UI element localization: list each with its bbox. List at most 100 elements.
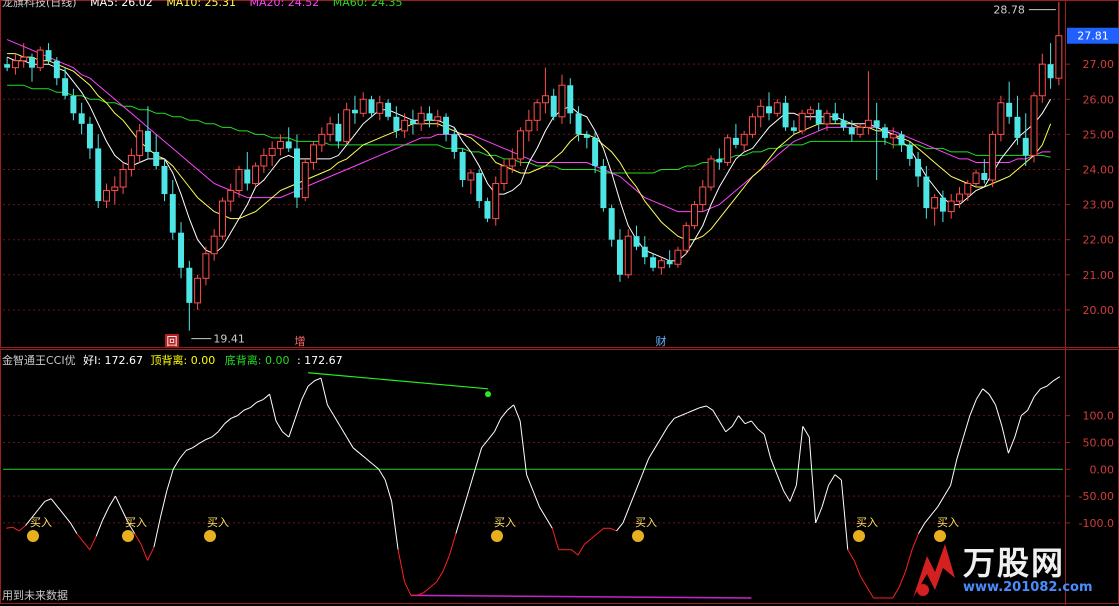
cci-line-segment [217,423,226,433]
candle-body-up [806,109,814,114]
candle-body-down [443,116,450,135]
candle-body-down [393,116,400,131]
candle-body-down [62,78,69,96]
candle-body-up [699,186,707,206]
top-divergence-label: 顶背离: 0.00 [150,354,216,367]
cci-line-segment [365,458,373,465]
candle-body-down [294,148,300,198]
buy-marker-label: 买入 [635,516,657,529]
candle-body-down [881,127,888,138]
cci-line-segment [988,393,996,406]
cci-line-segment [686,409,694,414]
candle-body-down [600,165,607,209]
cci-line-segment [314,377,322,382]
cci-line-segment [185,447,193,451]
cci-line-segment [571,549,579,556]
high-annotation-label: 28.78 [993,4,1025,17]
cci-line-segment [962,415,971,438]
indicator-name: 金智通王CCI优 [2,354,76,367]
cci-line-segment [930,506,939,516]
cci-line-segment [50,498,58,508]
cci-line-segment [506,404,515,411]
cci-line-segment [205,436,212,441]
cci-line-segment [102,506,110,521]
cci-line-segment [751,420,759,430]
cci-line-segment [57,506,65,516]
candle-body-down [161,165,168,195]
event-marker-label: 增 [295,334,306,348]
cci-line-segment [172,458,181,470]
cci-line-segment [468,469,476,491]
candle-body-up [227,190,235,202]
candle-body-up [740,133,748,146]
cci-line-segment [924,514,932,524]
watermark-url: www.201082.com [963,580,1093,595]
candle-body-up [36,49,44,69]
candle-body-up [1055,35,1063,79]
candle-body-down [186,267,193,303]
cci-line-segment [442,554,450,572]
candle-body-down [285,141,292,149]
candle-body-down [4,64,11,68]
cci-line-segment [950,458,958,486]
cci-line-segment [256,399,264,403]
candle-body-down [144,130,151,152]
cci-line-segment [969,399,977,416]
buy-marker-label: 买入 [125,516,147,529]
cci-line-segment [532,490,540,508]
cci-line-segment [584,538,592,545]
candle-body-up [127,154,135,170]
buy-marker-label: 买入 [856,516,878,529]
indicator-tick-label: 100.0 [1083,410,1115,423]
cci-line-segment [352,447,360,454]
candle-body-up [757,105,765,118]
cci-line-segment [667,418,675,427]
candle-body-up [1038,63,1046,97]
candle-body-down [915,158,922,177]
watermark-logo: 万股网 www.201082.com [905,538,1115,602]
cci-line-segment [166,469,174,491]
watermark-bull-icon [913,544,955,598]
price-tick-label: 24.00 [1083,163,1115,176]
cci-line-segment [359,452,367,459]
cci-line-segment [860,576,868,588]
candle-body-up [533,102,541,121]
cci-line-segment [82,541,91,551]
candle-body-down [53,60,60,79]
candle-body-up [417,112,425,125]
cci-line-segment [269,394,277,422]
candle-body-up [318,133,326,146]
buy-marker-label: 买入 [30,516,52,529]
bottom-divergence-label: 底背离: 0.00 [224,354,290,367]
candle-body-up [218,200,226,237]
price-tick-label: 23.00 [1083,199,1115,212]
buy-marker-coin-icon [632,530,644,542]
candle-body-down [385,102,392,117]
event-marker-label: 回 [167,335,178,348]
ma10-label: MA10: 25.31 [166,0,237,9]
cci-line-segment [847,549,855,561]
cci-line-segment [372,463,380,470]
candle-body-up [558,84,566,118]
cci-line-segment [1007,436,1016,454]
candle-body-down [351,109,358,114]
candle-body-up [260,154,268,167]
cci-line-segment [224,417,232,425]
candle-body-down [459,151,466,181]
buy-marker-coin-icon [853,530,865,542]
cci-line-segment [346,436,354,449]
cci-line-segment [326,404,335,416]
cci-line-segment [487,431,495,441]
candle-body-down [766,106,772,114]
cci-line-segment [147,546,155,561]
indicator-tail-value: : 172.67 [296,354,343,367]
candle-body-down [1022,137,1029,156]
cci-line-segment [378,469,386,481]
candle-body-up [268,147,276,156]
candle-body-down [732,137,739,145]
cci-line-segment [956,436,964,459]
candle-body-up [235,168,243,192]
cci-line-segment [1014,415,1022,438]
buy-marker-label: 买入 [207,516,229,529]
cci-line-segment [795,426,804,486]
